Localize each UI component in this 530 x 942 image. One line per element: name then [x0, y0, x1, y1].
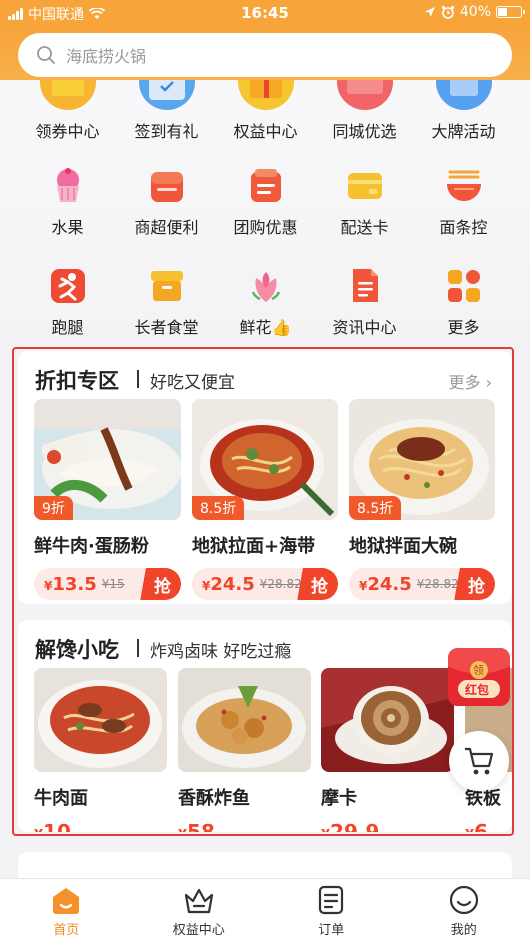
category-label: 资讯中心 [332, 318, 397, 337]
category-label: 更多 [447, 318, 480, 337]
grid-more-icon [447, 270, 480, 302]
category-coupon-center[interactable]: 领券中心 [18, 80, 117, 142]
gift-box-icon [237, 80, 294, 110]
category-news-center[interactable]: 资讯中心 [315, 266, 414, 338]
highlight-frame [12, 347, 514, 836]
category-label: 领券中心 [35, 122, 100, 141]
search-input[interactable]: 海底捞火锅 [18, 33, 512, 77]
category-label: 配送卡 [340, 218, 389, 237]
tab-orders[interactable]: 订单 [265, 879, 398, 942]
category-row-3: 跑腿 长者食堂 鲜花👍 资讯中心 更多 [0, 266, 530, 338]
category-label: 大牌活动 [431, 122, 496, 141]
category-more[interactable]: 更多 [414, 266, 513, 338]
search-icon [37, 46, 55, 64]
category-group-buy[interactable]: 团购优惠 [216, 166, 315, 238]
tab-label: 我的 [450, 923, 477, 938]
category-label: 鲜花👍 [239, 318, 292, 337]
mall-bag-icon [336, 80, 393, 110]
category-benefits[interactable]: 权益中心 [216, 80, 315, 142]
status-bar: 中国联通 16:45 40% [0, 0, 530, 28]
alarm-clock-icon [441, 5, 454, 19]
category-errand[interactable]: 跑腿 [18, 266, 117, 338]
home-icon [53, 888, 80, 914]
category-grid: 领券中心 签到有礼 权益中心 同城优选 大牌活动 水果 商超便利 团购优惠 配送… [0, 80, 530, 342]
red-packet-top: 领 [473, 664, 484, 677]
status-right: 40% [424, 4, 525, 20]
category-checkin[interactable]: 签到有礼 [117, 80, 216, 142]
category-label: 跑腿 [51, 318, 84, 337]
brand-tag-icon [435, 80, 492, 110]
category-elder-canteen[interactable]: 长者食堂 [117, 266, 216, 338]
tab-bar: 首页 权益中心 订单 我的 [0, 878, 530, 942]
battery-percent: 40% [459, 4, 491, 20]
category-supermarket[interactable]: 商超便利 [117, 166, 216, 238]
coupon-icon [39, 80, 96, 110]
cart-button[interactable] [449, 731, 509, 791]
ticket-icon [250, 169, 281, 202]
tab-label: 订单 [318, 923, 345, 938]
runner-icon [50, 269, 85, 303]
category-label: 权益中心 [233, 122, 298, 141]
red-packet-label: 红包 [465, 683, 490, 697]
lunchbox-icon [150, 271, 183, 301]
category-row-1: 领券中心 签到有礼 权益中心 同城优选 大牌活动 [0, 80, 530, 142]
category-label: 商超便利 [134, 218, 199, 237]
tab-profile[interactable]: 我的 [398, 879, 530, 942]
category-label: 同城优选 [332, 122, 397, 141]
smile-face-icon [449, 885, 478, 915]
category-label: 水果 [51, 218, 84, 237]
tab-label: 首页 [53, 923, 80, 938]
store-icon [150, 172, 183, 202]
category-label: 签到有礼 [134, 122, 199, 141]
document-icon [352, 269, 378, 302]
category-local-select[interactable]: 同城优选 [315, 80, 414, 142]
noodle-bowl-icon [446, 170, 481, 201]
category-noodles[interactable]: 面条控 [414, 166, 513, 238]
cupcake-icon [56, 168, 79, 202]
category-label: 面条控 [439, 218, 488, 237]
order-list-icon [319, 885, 344, 915]
card-icon [347, 173, 382, 199]
category-row-2: 水果 商超便利 团购优惠 配送卡 面条控 [0, 166, 530, 238]
red-packet-button[interactable]: 领 红包 [448, 648, 510, 706]
cart-icon [465, 747, 494, 775]
category-brand-events[interactable]: 大牌活动 [414, 80, 513, 142]
category-delivery-card[interactable]: 配送卡 [315, 166, 414, 238]
battery-icon [496, 6, 525, 18]
category-flowers[interactable]: 鲜花👍 [216, 266, 315, 338]
tab-label: 权益中心 [172, 923, 225, 938]
location-arrow-icon [424, 7, 435, 17]
category-fruit[interactable]: 水果 [18, 166, 117, 238]
search-placeholder: 海底捞火锅 [66, 47, 147, 66]
flower-icon [251, 272, 280, 302]
category-label: 团购优惠 [233, 218, 298, 237]
calendar-check-icon [138, 80, 195, 110]
tab-benefits[interactable]: 权益中心 [133, 879, 266, 942]
category-label: 长者食堂 [134, 318, 199, 337]
crown-icon [184, 888, 213, 914]
tab-home[interactable]: 首页 [0, 879, 133, 942]
